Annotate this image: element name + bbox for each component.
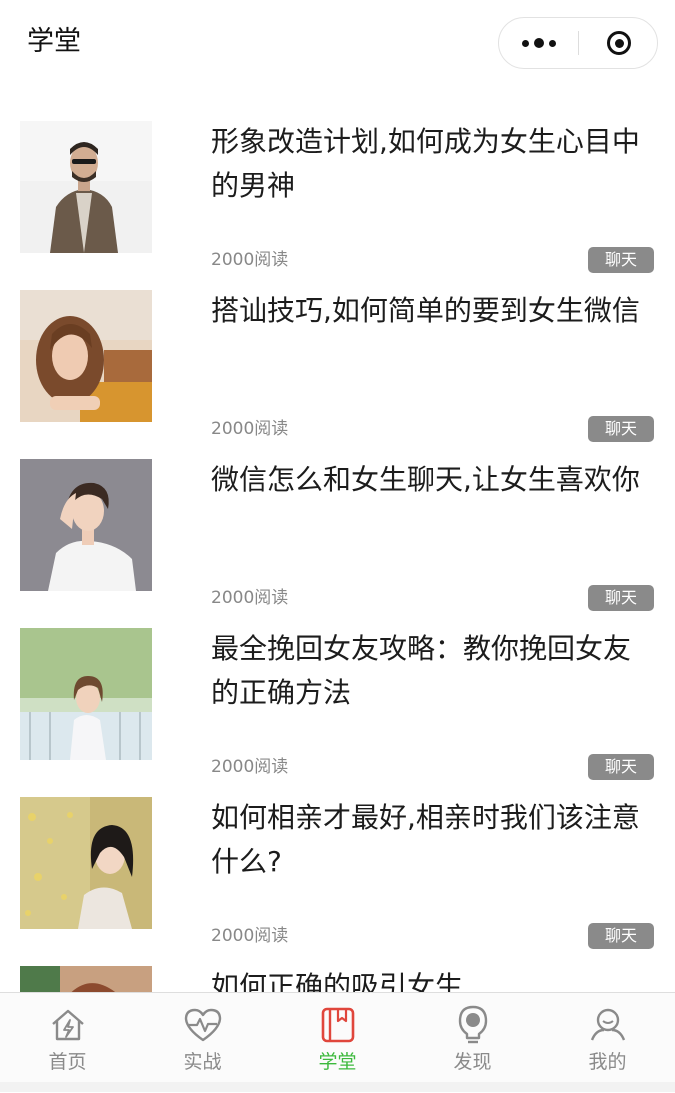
woman-flowers-photo	[20, 797, 152, 929]
home-icon	[51, 1009, 84, 1041]
article-title: 如何正确的吸引女生	[211, 970, 464, 992]
book-icon	[321, 1007, 354, 1043]
target-close-icon-dot	[614, 38, 624, 48]
article-title: 微信怎么和女生聊天,让女生喜欢你	[211, 463, 640, 496]
mini-program-capsule	[498, 17, 658, 69]
woman-photo	[20, 966, 152, 992]
nav-header: 学堂	[0, 0, 675, 92]
lightbulb-icon	[458, 1005, 487, 1044]
close-button[interactable]	[579, 18, 659, 68]
woman-outdoor-photo	[20, 628, 152, 760]
heartbeat-icon	[184, 1008, 221, 1042]
article-list[interactable]: 形象改造计划,如何成为女生心目中的男神 2000阅读 聊天 搭讪技巧,如何简单的…	[0, 92, 675, 992]
more-dots-icon	[522, 39, 529, 47]
woman-lying-photo	[20, 290, 152, 422]
article-item[interactable]: 搭讪技巧,如何简单的要到女生微信 2000阅读 聊天	[0, 261, 675, 442]
tab-academy[interactable]: 学堂	[270, 993, 405, 1093]
article-item[interactable]: 形象改造计划,如何成为女生心目中的男神 2000阅读 聊天	[0, 92, 675, 273]
tab-label: 我的	[588, 1051, 627, 1073]
woman-white-shirt-photo	[20, 459, 152, 591]
tab-profile[interactable]: 我的	[540, 993, 675, 1093]
tab-label: 学堂	[318, 1051, 357, 1073]
tab-discover[interactable]: 发现	[405, 993, 540, 1093]
article-title: 最全挽回女友攻略：教你挽回女友的正确方法	[211, 632, 632, 709]
tab-label: 实战	[183, 1051, 222, 1073]
home-indicator-area	[0, 1082, 675, 1092]
tab-label: 发现	[453, 1051, 492, 1073]
tab-home[interactable]: 首页	[0, 993, 135, 1093]
article-item[interactable]: 微信怎么和女生聊天,让女生喜欢你 2000阅读 聊天	[0, 430, 675, 611]
more-dot-center	[534, 38, 544, 48]
tab-practice[interactable]: 实战	[135, 993, 270, 1093]
man-in-suit-photo	[20, 121, 152, 253]
article-title: 搭讪技巧,如何简单的要到女生微信	[211, 294, 640, 327]
article-item[interactable]: 如何正确的吸引女生	[0, 937, 675, 992]
target-close-icon	[607, 31, 631, 55]
bottom-tab-bar: 首页 实战 学堂 发现 我的	[0, 992, 675, 1092]
tab-label: 首页	[48, 1051, 87, 1073]
article-item[interactable]: 最全挽回女友攻略：教你挽回女友的正确方法 2000阅读 聊天	[0, 599, 675, 780]
more-dot-right	[549, 39, 556, 47]
profile-icon	[590, 1008, 625, 1041]
article-title: 如何相亲才最好,相亲时我们该注意什么?	[211, 801, 640, 878]
article-item[interactable]: 如何相亲才最好,相亲时我们该注意什么? 2000阅读 聊天	[0, 768, 675, 949]
more-button[interactable]	[499, 18, 579, 68]
article-title: 形象改造计划,如何成为女生心目中的男神	[211, 125, 640, 202]
page-title: 学堂	[27, 26, 81, 57]
